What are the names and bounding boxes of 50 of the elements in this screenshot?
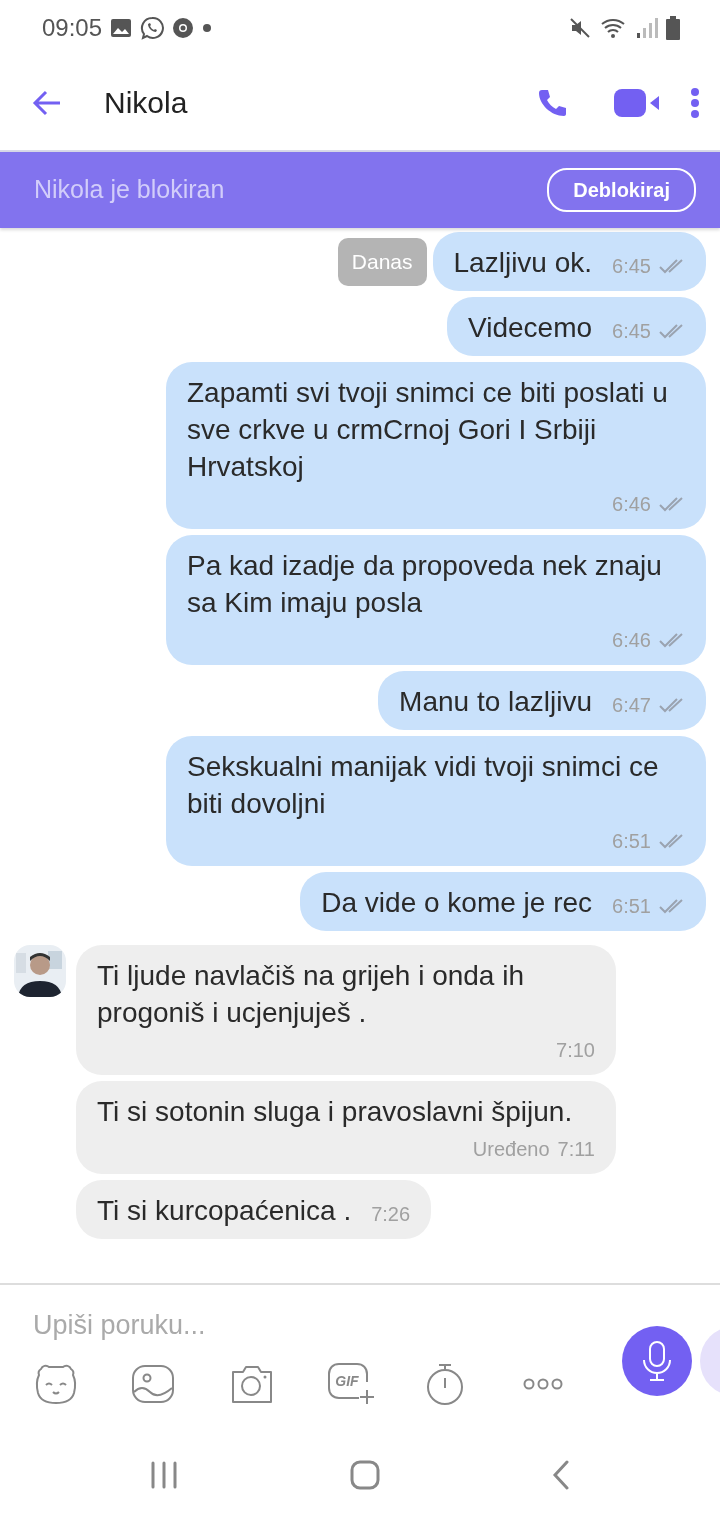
message-time: 6:46 [612, 628, 651, 653]
more-menu-icon[interactable] [690, 87, 700, 118]
message-text: Sekskualni manijak vidi tvoji snimci ce biti dovoljni [187, 750, 660, 821]
dot-icon [202, 22, 213, 33]
edited-label: Uređeno [472, 1137, 550, 1162]
message-bubble[interactable]: Manu to lazljivu 6:47 [378, 671, 706, 730]
message-bubble[interactable]: Sekskualni manijak vidi tvoji snimci ce biti dovoljni 6:51 [166, 736, 706, 866]
gallery-icon [110, 17, 133, 38]
unblock-button[interactable]: Deblokiraj [547, 168, 696, 212]
message-bubble[interactable]: Videcemo 6:45 [447, 297, 706, 356]
message-text: Lazljivu ok. [453, 246, 593, 280]
message-time: 7:26 [371, 1202, 411, 1227]
back-nav-icon[interactable] [552, 1460, 570, 1490]
message-text: Ti si kurcopaćenica . [97, 1194, 352, 1228]
message-text: Da vide o kome je rec [321, 886, 593, 920]
blocked-notice: Nikola je blokiran [34, 174, 225, 206]
message-text: Ti si sotonin sluga i pravoslavni špijun. [97, 1095, 573, 1129]
message-time: 6:51 [612, 894, 651, 919]
message-bubble[interactable]: Da vide o kome je rec 6:51 [300, 872, 706, 931]
mute-icon [568, 15, 592, 40]
message-bubble[interactable]: Ti ljude navlačiš na grijeh i onda ih progoniš i ucjenjuješ . 7:10 [76, 945, 616, 1075]
message-time: 6:45 [612, 254, 651, 279]
microphone-icon [641, 1340, 673, 1382]
message-bubble[interactable]: Lazljivu ok. 6:45 [432, 232, 706, 291]
back-icon[interactable] [32, 89, 62, 116]
browser-icon [172, 16, 195, 39]
message-text: Ti ljude navlačiš na grijeh i onda ih progoniš i ucjenjuješ . [97, 959, 525, 1030]
message-bubble[interactable]: Zapamti svi tvoji snimci ce biti poslati u sve crkve u crmCrnoj Gori I Srbiji Hrvatskoj 6:46 [166, 362, 706, 529]
message-time: 6:51 [612, 829, 651, 854]
video-call-icon[interactable] [614, 87, 660, 118]
signal-icon [636, 15, 658, 40]
battery-icon [666, 15, 680, 40]
message-time: 6:47 [612, 693, 651, 718]
message-time: 7:11 [557, 1137, 595, 1162]
message-text: Manu to lazljivu [399, 685, 593, 719]
message-text: Zapamti svi tvoji snimci ce biti poslati u sve crkve u crmCrnoj Gori I Srbiji Hrvatskoj [187, 376, 669, 484]
message-time: 6:45 [612, 319, 651, 344]
message-text: Videcemo [468, 311, 593, 345]
status-time: 09:05 [42, 12, 103, 43]
message-bubble[interactable]: Ti si sotonin sluga i pravoslavni špijun. Uređeno 7:11 [76, 1081, 616, 1174]
home-icon[interactable] [350, 1460, 380, 1490]
message-time: 6:46 [612, 492, 651, 517]
message-bubble[interactable]: Pa kad izadje da propoveda nek znaju sa Kim imaju posla 6:46 [166, 535, 706, 665]
recent-apps-icon[interactable] [150, 1461, 178, 1489]
chat-phone-icon [140, 15, 165, 40]
message-text: Pa kad izadje da propoveda nek znaju sa Kim imaju posla [187, 549, 663, 620]
message-time: 7:10 [556, 1038, 595, 1063]
date-label: Danas [337, 238, 427, 286]
contact-name: Nikola [104, 85, 188, 121]
message-bubble[interactable]: Ti si kurcopaćenica . 7:26 [76, 1180, 432, 1239]
